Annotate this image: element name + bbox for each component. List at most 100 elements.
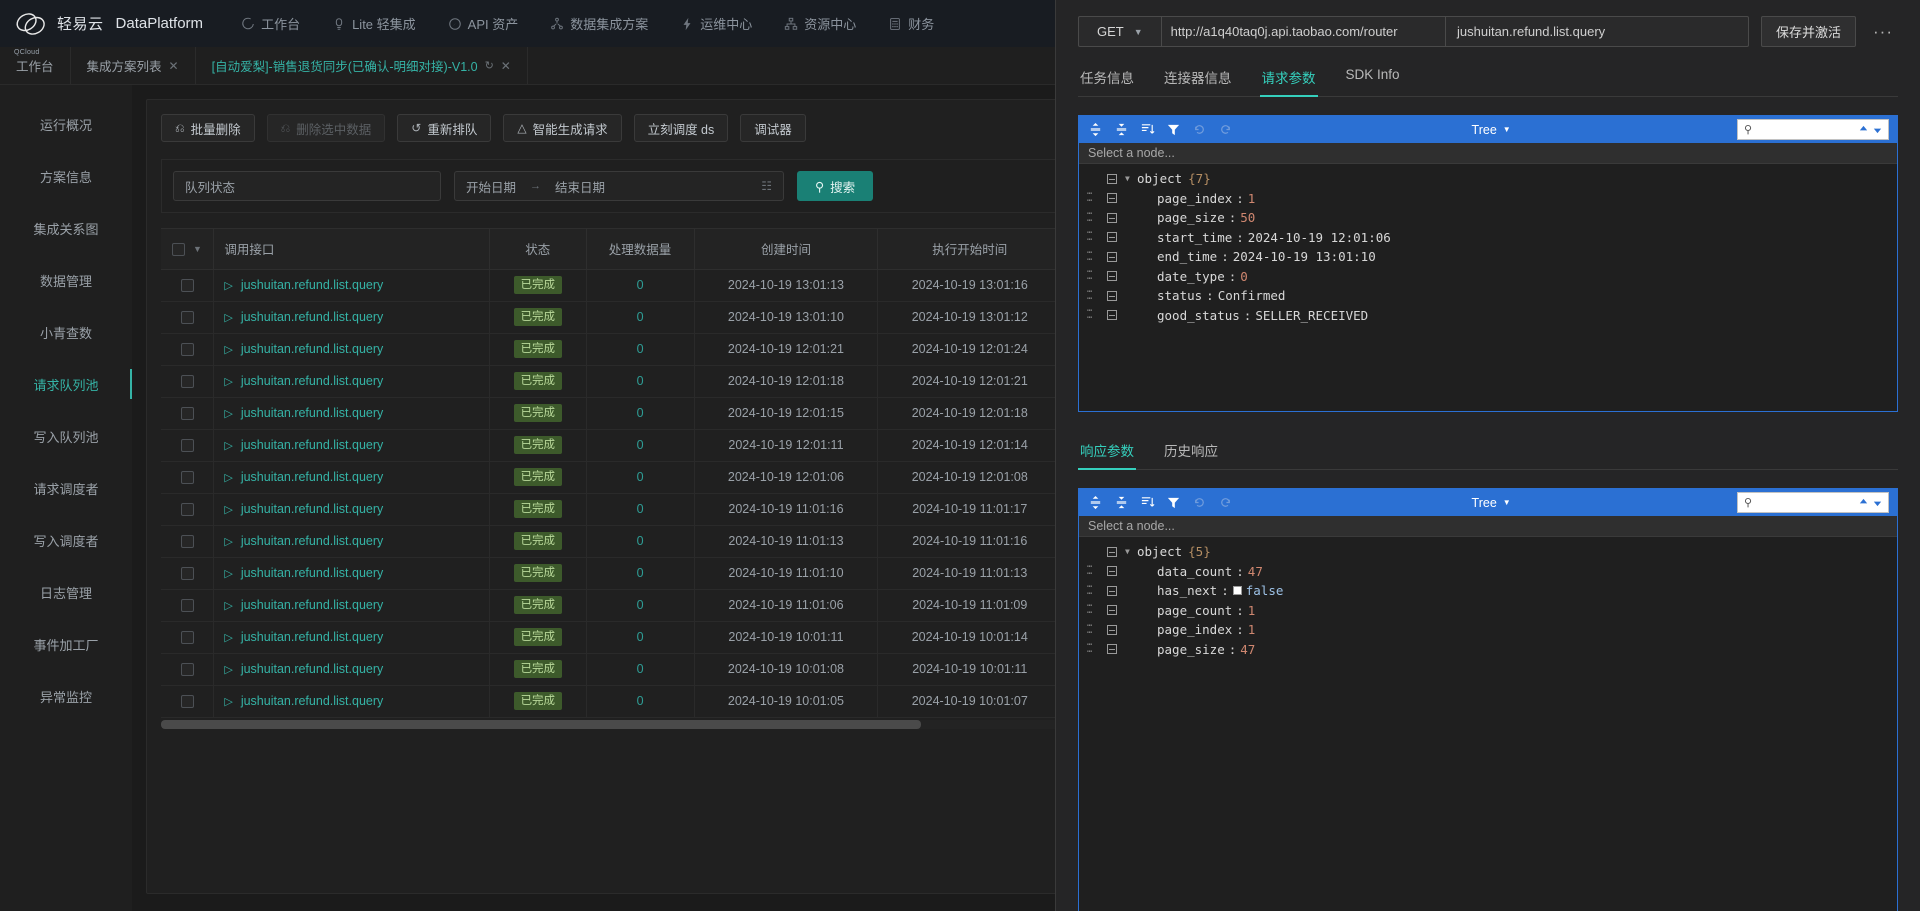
sort-icon[interactable] bbox=[1140, 495, 1155, 510]
play-icon[interactable]: ▷ bbox=[224, 375, 232, 388]
field-value[interactable]: Confirmed bbox=[1218, 288, 1286, 303]
field-key[interactable]: page_size bbox=[1157, 210, 1225, 225]
response-tab-2[interactable]: 历史响应 bbox=[1162, 434, 1220, 469]
play-icon[interactable]: ▷ bbox=[224, 407, 232, 420]
field-key[interactable]: status bbox=[1157, 288, 1202, 303]
row-api-name[interactable]: jushuitan.refund.list.query bbox=[241, 438, 383, 452]
row-select-cell[interactable] bbox=[161, 525, 215, 558]
response-root-row[interactable]: ▼ object {5} bbox=[1079, 542, 1897, 562]
field-key[interactable]: page_size bbox=[1157, 642, 1225, 657]
toolbar-button-6[interactable]: 调试器 bbox=[740, 114, 806, 142]
row-select-cell[interactable] bbox=[161, 365, 215, 398]
search-nav-buttons[interactable] bbox=[1858, 124, 1883, 135]
toolbar-button-4[interactable]: △ 智能生成请求 bbox=[503, 114, 622, 142]
api-name-input[interactable]: jushuitan.refund.list.query bbox=[1446, 17, 1748, 46]
field-key[interactable]: page_index bbox=[1157, 191, 1232, 206]
sidebar-item-10[interactable]: 日志管理 bbox=[0, 571, 132, 613]
play-icon[interactable]: ▷ bbox=[224, 471, 232, 484]
queue-status-select[interactable]: 队列状态 bbox=[173, 171, 441, 201]
row-select-cell[interactable] bbox=[161, 301, 215, 334]
row-select-cell[interactable] bbox=[161, 493, 215, 526]
search-button[interactable]: ⚲ 搜索 bbox=[797, 171, 874, 201]
row-select-cell[interactable] bbox=[161, 589, 215, 622]
search-nav-buttons[interactable] bbox=[1858, 497, 1883, 508]
row-api-name[interactable]: jushuitan.refund.list.query bbox=[241, 598, 383, 612]
sidebar-item-5[interactable]: 小青查数 bbox=[0, 311, 132, 353]
request-field-row[interactable]: ⋯ ⋯ good_status: SELLER_RECEIVED bbox=[1079, 306, 1897, 326]
search-prev-icon[interactable] bbox=[1858, 124, 1869, 135]
doc-tab-2[interactable]: 集成方案列表 ✕ bbox=[71, 47, 196, 84]
node-toggle-icon[interactable] bbox=[1107, 644, 1117, 655]
close-icon[interactable]: ✕ bbox=[501, 59, 511, 73]
collapse-all-icon[interactable] bbox=[1114, 122, 1129, 137]
node-toggle-icon[interactable] bbox=[1107, 271, 1117, 282]
row-api-name[interactable]: jushuitan.refund.list.query bbox=[241, 630, 383, 644]
nav-item-2[interactable]: Lite 轻集成 bbox=[316, 0, 432, 47]
editor-mode-select[interactable]: Tree ▼ bbox=[1472, 123, 1511, 137]
row-checkbox[interactable] bbox=[180, 471, 194, 485]
request-field-row[interactable]: ⋯ ⋯ end_time:2024-10-19 13:01:10 bbox=[1079, 247, 1897, 267]
toolbar-button-5[interactable]: 立刻调度 ds bbox=[633, 114, 729, 142]
nav-item-1[interactable]: 工作台 bbox=[225, 0, 316, 47]
search-next-icon[interactable] bbox=[1872, 497, 1883, 508]
drag-handle[interactable]: ⋯ ⋯ bbox=[1087, 307, 1103, 323]
filter-icon[interactable] bbox=[1166, 495, 1181, 510]
field-value[interactable]: 0 bbox=[1240, 269, 1248, 284]
field-value[interactable]: SELLER_RECEIVED bbox=[1255, 308, 1368, 323]
node-toggle-icon[interactable] bbox=[1107, 605, 1117, 616]
request-field-row[interactable]: ⋯ ⋯ page_index:1 bbox=[1079, 189, 1897, 209]
api-tab-4[interactable]: SDK Info bbox=[1344, 61, 1402, 96]
refresh-icon[interactable]: ↻ bbox=[485, 59, 494, 72]
api-tab-3[interactable]: 请求参数 bbox=[1259, 61, 1318, 97]
drag-handle[interactable]: ⋯ ⋯ bbox=[1087, 209, 1103, 225]
node-toggle-icon[interactable] bbox=[1107, 173, 1117, 184]
field-value[interactable]: 47 bbox=[1248, 564, 1263, 579]
play-icon[interactable]: ▷ bbox=[224, 631, 232, 644]
response-field-row[interactable]: ⋯ ⋯ page_size:47 bbox=[1079, 640, 1897, 660]
field-value[interactable]: 2024-10-19 12:01:06 bbox=[1248, 230, 1391, 245]
search-next-icon[interactable] bbox=[1872, 124, 1883, 135]
node-toggle-icon[interactable] bbox=[1107, 232, 1117, 243]
row-api-name[interactable]: jushuitan.refund.list.query bbox=[241, 502, 383, 516]
row-select-cell[interactable] bbox=[161, 621, 215, 654]
row-checkbox[interactable] bbox=[180, 439, 194, 453]
toolbar-button-1[interactable]: ⎌ 批量删除 bbox=[161, 114, 255, 142]
play-icon[interactable]: ▷ bbox=[224, 279, 232, 292]
field-key[interactable]: end_time bbox=[1157, 249, 1217, 264]
save-and-activate-button[interactable]: 保存并激活 bbox=[1761, 16, 1857, 47]
drag-handle[interactable]: ⋯ ⋯ bbox=[1087, 602, 1103, 618]
editor-search-box[interactable]: ⚲ bbox=[1737, 492, 1889, 513]
row-api-name[interactable]: jushuitan.refund.list.query bbox=[241, 278, 383, 292]
api-tab-1[interactable]: 任务信息 bbox=[1078, 61, 1136, 96]
node-toggle-icon[interactable] bbox=[1107, 585, 1117, 596]
request-root-row[interactable]: ▼ object {7} bbox=[1079, 169, 1897, 189]
field-key[interactable]: good_status bbox=[1157, 308, 1240, 323]
row-select-cell[interactable] bbox=[161, 685, 215, 718]
nav-item-3[interactable]: API 资产 bbox=[432, 0, 535, 47]
node-toggle-icon[interactable] bbox=[1107, 566, 1117, 577]
play-icon[interactable]: ▷ bbox=[224, 535, 232, 548]
drag-handle[interactable]: ⋯ ⋯ bbox=[1087, 268, 1103, 284]
field-key[interactable]: date_type bbox=[1157, 269, 1225, 284]
drag-handle[interactable]: ⋯ ⋯ bbox=[1087, 563, 1103, 579]
row-select-cell[interactable] bbox=[161, 653, 215, 686]
field-key[interactable]: start_time bbox=[1157, 230, 1232, 245]
more-options-icon[interactable]: ··· bbox=[1868, 16, 1898, 47]
response-field-row[interactable]: ⋯ ⋯ data_count:47 bbox=[1079, 562, 1897, 582]
chevron-down-icon[interactable]: ▼ bbox=[1125, 174, 1137, 183]
api-url-input[interactable]: http://a1q40taq0j.api.taobao.com/router bbox=[1162, 17, 1446, 46]
drag-handle[interactable]: ⋯ ⋯ bbox=[1087, 621, 1103, 637]
sidebar-item-11[interactable]: 事件加工厂 bbox=[0, 623, 132, 665]
row-checkbox[interactable] bbox=[180, 663, 194, 677]
row-checkbox[interactable] bbox=[180, 343, 194, 357]
chevron-down-icon[interactable]: ▼ bbox=[1125, 547, 1137, 556]
row-checkbox[interactable] bbox=[180, 311, 194, 325]
play-icon[interactable]: ▷ bbox=[224, 343, 232, 356]
sidebar-item-2[interactable]: 方案信息 bbox=[0, 155, 132, 197]
row-api-name[interactable]: jushuitan.refund.list.query bbox=[241, 374, 383, 388]
request-field-row[interactable]: ⋯ ⋯ date_type:0 bbox=[1079, 267, 1897, 287]
node-toggle-icon[interactable] bbox=[1107, 251, 1117, 262]
field-value[interactable]: 1 bbox=[1248, 191, 1256, 206]
date-range-picker[interactable]: 开始日期 → 结束日期 ☷ bbox=[454, 171, 784, 201]
drag-handle[interactable]: ⋯ ⋯ bbox=[1087, 190, 1103, 206]
